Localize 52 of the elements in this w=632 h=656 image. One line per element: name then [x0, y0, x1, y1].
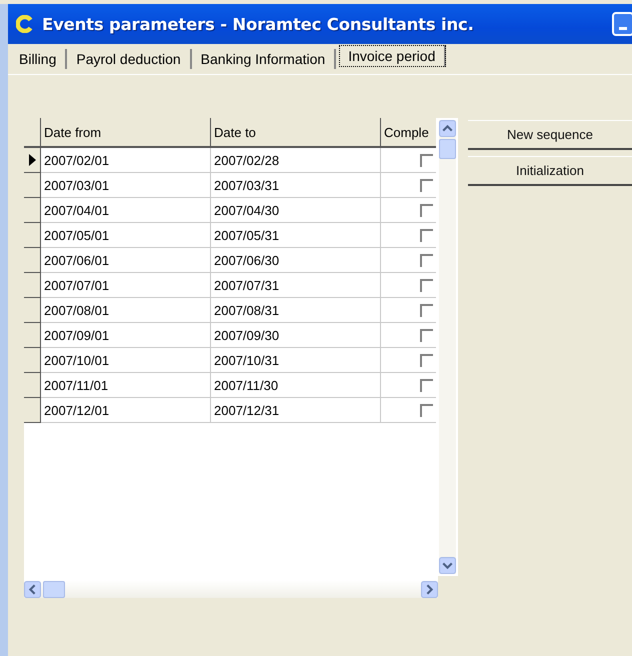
scroll-thumb[interactable]	[439, 139, 456, 159]
tab[interactable]: Invoice period	[339, 45, 446, 67]
row-header[interactable]	[24, 273, 41, 298]
table-cell: 2007/12/31	[211, 398, 381, 422]
table-cell: 2007/03/31	[211, 173, 381, 197]
row-pointer-icon	[28, 154, 36, 166]
row-header[interactable]	[24, 198, 41, 223]
row-header[interactable]	[24, 148, 41, 173]
row-header[interactable]	[24, 173, 41, 198]
minimize-button[interactable]	[612, 12, 632, 36]
table-cell: 2007/03/01	[41, 173, 211, 197]
scroll-right-icon[interactable]	[421, 580, 438, 598]
table-cell: 2007/04/01	[41, 198, 211, 222]
row-header[interactable]	[24, 398, 41, 423]
column-header[interactable]: Comple	[381, 118, 436, 146]
push-button[interactable]: New sequence	[468, 120, 632, 150]
table-cell: 2007/12/01	[41, 398, 211, 422]
row-header[interactable]	[24, 373, 41, 398]
app-logo-icon	[16, 15, 34, 33]
table-cell: 2007/05/01	[41, 223, 211, 247]
scroll-left-icon[interactable]	[24, 580, 41, 598]
table-cell: 2007/06/30	[211, 248, 381, 272]
table-cell: 2007/11/30	[211, 373, 381, 397]
scroll-down-icon[interactable]	[439, 557, 456, 574]
table-cell: 2007/10/31	[211, 348, 381, 372]
push-button[interactable]: Initialization	[468, 156, 632, 186]
table-cell: 2007/07/01	[41, 273, 211, 297]
table-cell: 2007/06/01	[41, 248, 211, 272]
row-header[interactable]	[24, 223, 41, 248]
table-cell: 2007/09/30	[211, 323, 381, 347]
table-cell: 2007/09/01	[41, 323, 211, 347]
tab[interactable]: Banking Information	[192, 49, 336, 69]
scroll-thumb[interactable]	[43, 580, 65, 598]
row-header[interactable]	[24, 323, 41, 348]
table-cell: 2007/05/31	[211, 223, 381, 247]
row-header[interactable]	[24, 348, 41, 373]
table-cell: 2007/10/01	[41, 348, 211, 372]
column-header[interactable]: Date to	[211, 118, 381, 146]
column-header[interactable]: Date from	[41, 118, 211, 146]
table-cell: 2007/02/01	[41, 148, 211, 172]
scroll-up-icon[interactable]	[439, 120, 456, 137]
table-cell: 2007/08/01	[41, 298, 211, 322]
table-cell: 2007/04/30	[211, 198, 381, 222]
table-cell: 2007/07/31	[211, 273, 381, 297]
row-header[interactable]	[24, 248, 41, 273]
table-cell: 2007/02/28	[211, 148, 381, 172]
tab[interactable]: Billing	[10, 49, 68, 69]
table-cell: 2007/08/31	[211, 298, 381, 322]
table-cell: 2007/11/01	[41, 373, 211, 397]
tab[interactable]: Payrol deduction	[67, 49, 192, 69]
row-header[interactable]	[24, 298, 41, 323]
window-title: Events parameters - Noramtec Consultants inc.	[42, 14, 474, 34]
